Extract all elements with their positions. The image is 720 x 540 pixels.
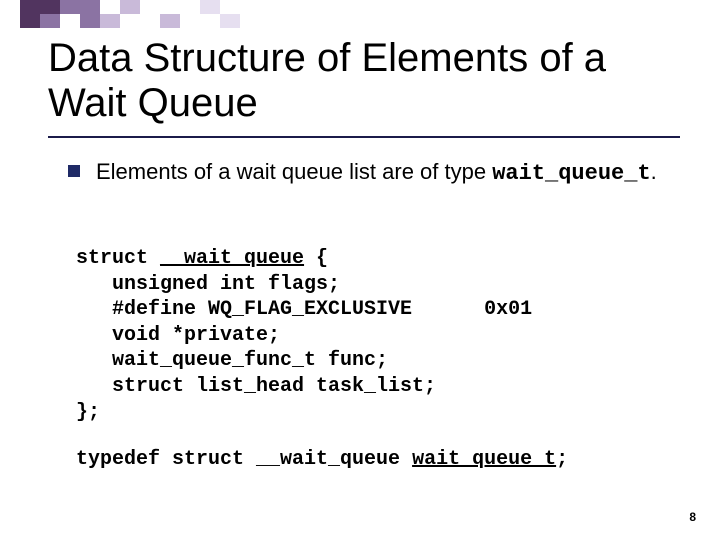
code-l4: void *private; bbox=[76, 324, 280, 347]
code-l5: wait_queue_func_t func; bbox=[76, 349, 388, 372]
bullet-text: Elements of a wait queue list are of typ… bbox=[96, 158, 657, 188]
code-l1-post: { bbox=[304, 247, 328, 270]
body-text: Elements of a wait queue list are of typ… bbox=[68, 158, 670, 188]
code-l6: struct list_head task_list; bbox=[76, 375, 436, 398]
typedef-type: wait_queue_t bbox=[412, 448, 556, 471]
corner-decoration bbox=[20, 0, 240, 28]
typedef-post: ; bbox=[556, 448, 568, 471]
typedef-line: typedef struct __wait_queue wait_queue_t… bbox=[76, 448, 670, 471]
title-underline bbox=[48, 136, 680, 138]
code-block: struct __wait_queue { unsigned int flags… bbox=[76, 246, 670, 425]
typedef-pre: typedef struct __wait_queue bbox=[76, 448, 412, 471]
slide-title: Data Structure of Elements of a Wait Que… bbox=[48, 36, 680, 126]
bullet-icon bbox=[68, 165, 80, 177]
code-l1-struct-name: __wait_queue bbox=[160, 247, 304, 270]
bullet-text-after: . bbox=[651, 159, 657, 184]
page-number: 8 bbox=[689, 510, 696, 524]
code-l7: }; bbox=[76, 401, 100, 424]
bullet-text-before: Elements of a wait queue list are of typ… bbox=[96, 159, 492, 184]
bullet-type-name: wait_queue_t bbox=[492, 161, 650, 186]
code-l2: unsigned int flags; bbox=[76, 273, 340, 296]
code-l3: #define WQ_FLAG_EXCLUSIVE 0x01 bbox=[76, 298, 532, 321]
code-l1-pre: struct bbox=[76, 247, 160, 270]
